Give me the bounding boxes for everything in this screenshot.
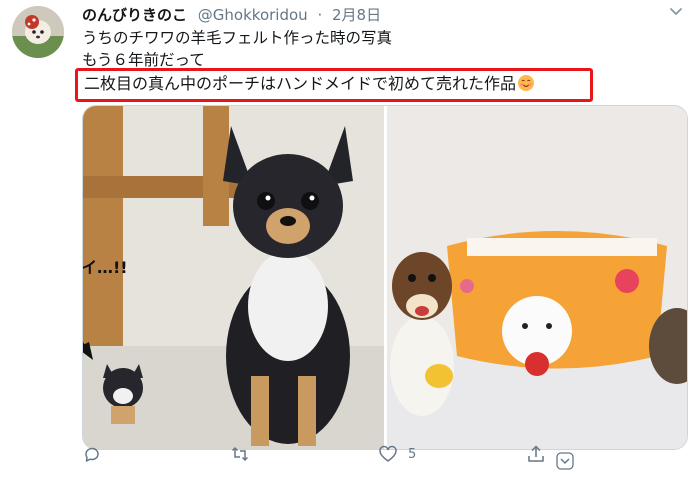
like-count: 5	[408, 446, 417, 462]
annotation-arrow	[83, 341, 93, 360]
more-options-icon[interactable]	[556, 452, 574, 470]
avatar-image	[12, 6, 64, 58]
user-handle[interactable]: @Ghokkoridou	[198, 6, 308, 24]
tweet-date[interactable]: 2月8日	[332, 6, 381, 24]
reply-button[interactable]	[82, 442, 112, 466]
share-icon	[528, 445, 544, 462]
chevron-down-icon[interactable]	[666, 2, 686, 22]
avatar[interactable]	[12, 6, 64, 58]
smiling-face-emoji-icon	[518, 75, 535, 91]
reply-icon	[85, 447, 99, 462]
photo-annotation: カワイイ…!!	[82, 258, 128, 277]
retweet-button[interactable]	[230, 442, 260, 466]
header-separator: ·	[317, 6, 323, 24]
tweet-media[interactable]: カワイイ…!!	[82, 105, 688, 450]
tweet-text-line-3-content: 二枚目の真ん中のポーチはハンドメイドで初めて売れた作品	[84, 74, 517, 93]
tweet-header: のんびりきのこ @Ghokkoridou · 2月8日	[82, 4, 381, 26]
tweet-text-line-1: うちのチワワの羊毛フェルト作った時の写真	[82, 29, 393, 47]
like-icon	[379, 445, 397, 462]
tweet-actions: 5	[82, 440, 602, 470]
like-button[interactable]: 5	[378, 442, 416, 466]
photo-crochet-pouch[interactable]	[387, 106, 687, 449]
photo-chihuahua-with-felt-figure[interactable]	[83, 106, 384, 449]
display-name[interactable]: のんびりきのこ	[82, 6, 187, 24]
tweet-text-line-3: 二枚目の真ん中のポーチはハンドメイドで初めて売れた作品	[84, 73, 535, 95]
share-button[interactable]	[526, 442, 546, 466]
retweet-icon	[231, 446, 249, 462]
